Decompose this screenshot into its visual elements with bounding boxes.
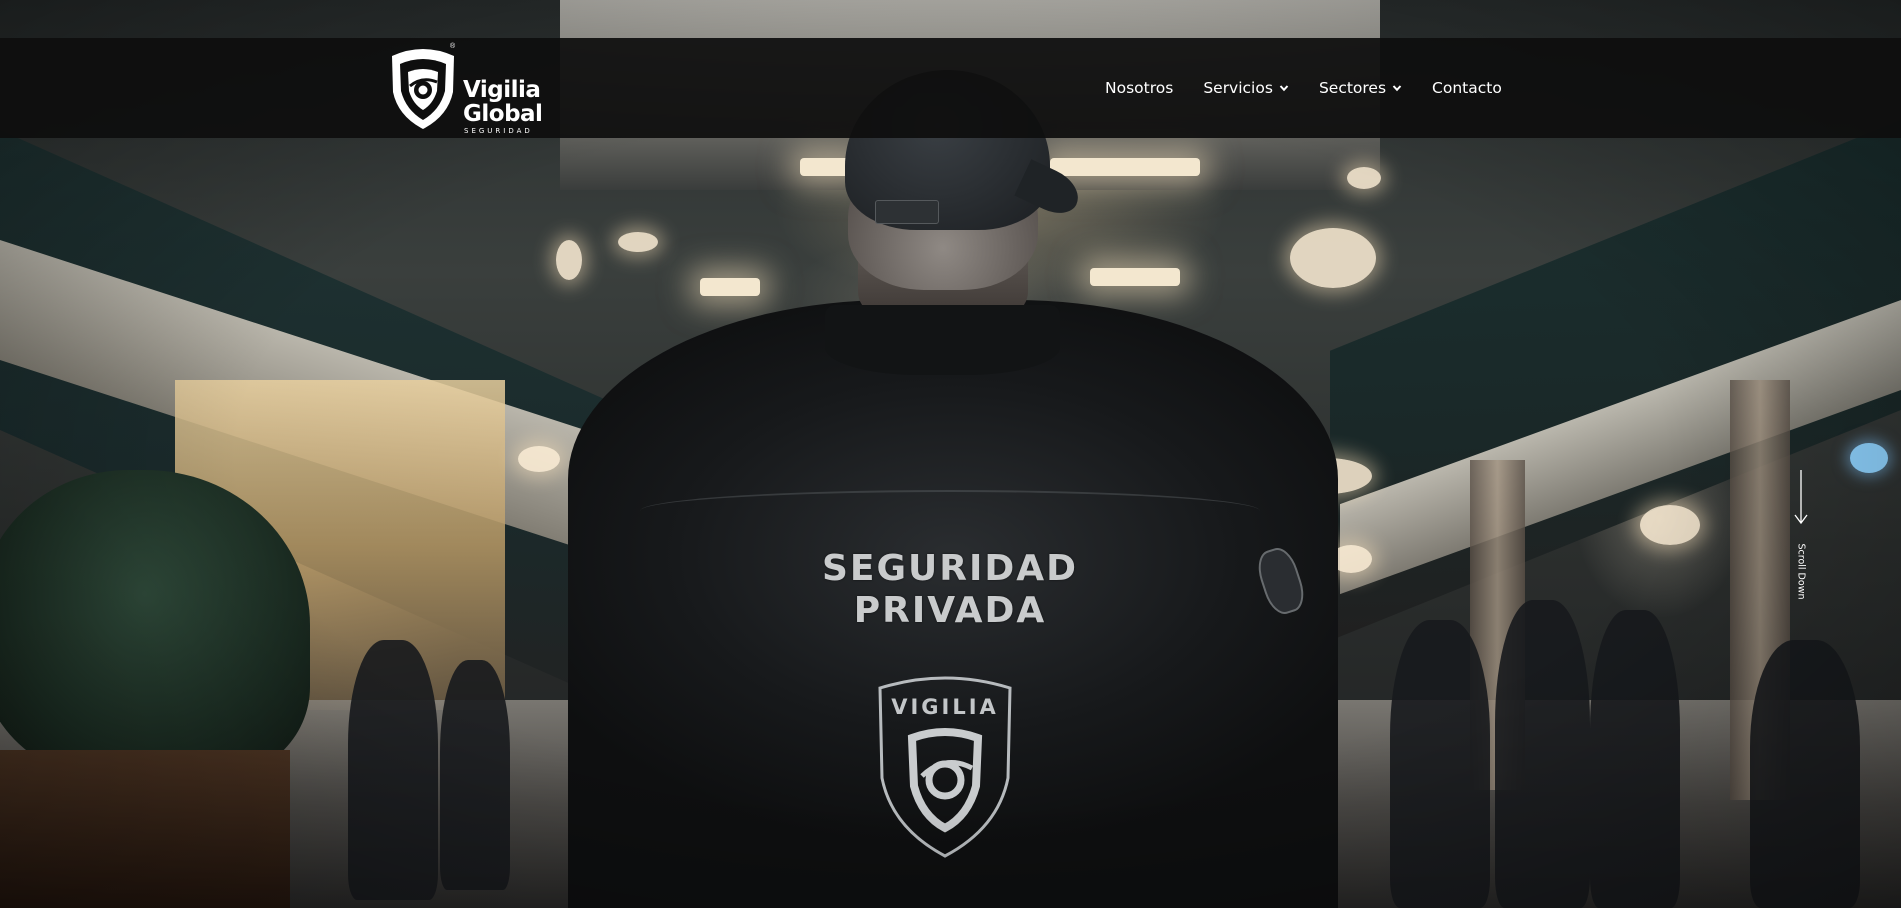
potted-plant [0, 470, 310, 780]
light-bokeh [556, 240, 582, 280]
arrow-down-icon [1794, 470, 1808, 525]
jacket-print-line2: PRIVADA [853, 590, 1047, 631]
site-header: ® Vigilia Global SEGURIDAD Nosotros Serv… [0, 38, 1901, 138]
shield-eye-icon [392, 49, 454, 129]
shopper-silhouette [348, 640, 438, 900]
shopper-silhouette [1590, 610, 1680, 908]
nav-item-contacto[interactable]: Contacto [1432, 79, 1502, 97]
ceiling-light [700, 278, 760, 296]
cap-strap [875, 200, 939, 224]
brand-name-line1: Vigilia [463, 77, 541, 103]
nav-item-label: Sectores [1318, 79, 1387, 97]
light-bokeh [618, 232, 658, 252]
plant-pot [0, 750, 290, 908]
brand-logo[interactable]: ® Vigilia Global SEGURIDAD [388, 43, 548, 135]
nav-item-sectores[interactable]: Sectores [1319, 79, 1402, 97]
brand-name-line2: Global [463, 101, 543, 127]
guard-collar [825, 305, 1060, 375]
brand-tagline: SEGURIDAD [464, 127, 533, 135]
registered-mark: ® [450, 43, 456, 50]
light-bokeh [1640, 505, 1700, 545]
light-bokeh [1850, 443, 1888, 473]
nav-item-label: Servicios [1203, 79, 1273, 97]
shopper-silhouette [1390, 620, 1490, 908]
shopper-silhouette [440, 660, 510, 890]
jacket-seam [640, 490, 1260, 532]
chevron-down-icon [1392, 85, 1402, 92]
scroll-down-label: Scroll Down [1795, 543, 1807, 600]
nav-item-nosotros[interactable]: Nosotros [1105, 79, 1173, 97]
main-nav: Nosotros Servicios Sectores Contacto [1105, 38, 1502, 138]
ceiling-light [1050, 158, 1200, 176]
scroll-down-link[interactable]: Scroll Down [1788, 470, 1814, 600]
light-bokeh [518, 446, 560, 472]
light-bokeh [1290, 228, 1376, 288]
jacket-print-line1: SEGURIDAD [821, 548, 1079, 589]
nav-item-label: Contacto [1432, 79, 1502, 97]
ceiling-light [1090, 268, 1180, 286]
shopper-silhouette [1495, 600, 1590, 908]
nav-item-servicios[interactable]: Servicios [1203, 79, 1289, 97]
chevron-down-icon [1279, 85, 1289, 92]
light-bokeh [1347, 167, 1381, 189]
nav-item-label: Nosotros [1105, 79, 1174, 97]
shopper-silhouette [1750, 640, 1860, 908]
jacket-badge-text: VIGILIA [891, 695, 999, 719]
jacket-print: SEGURIDAD PRIVADA [780, 548, 1120, 632]
